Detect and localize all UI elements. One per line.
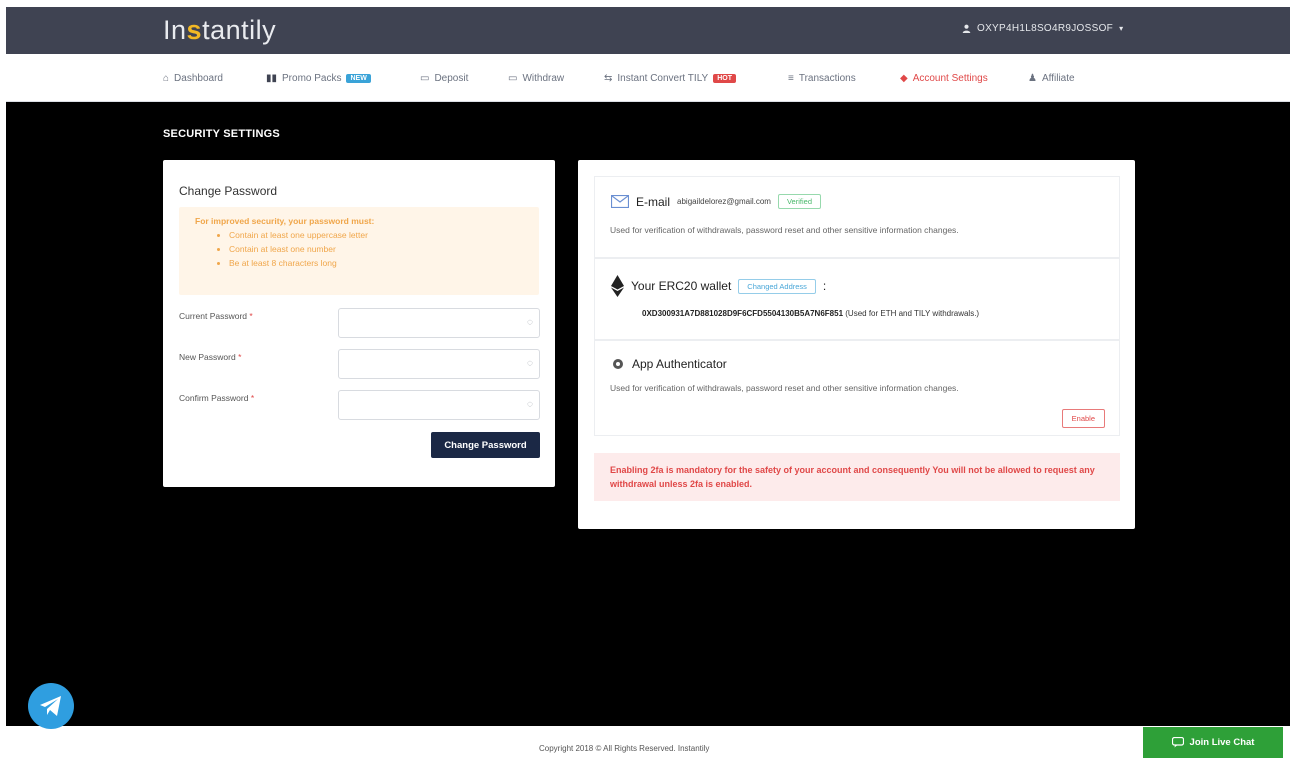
current-password-input[interactable]: ◌ (338, 308, 540, 338)
new-password-label: New Password * (179, 352, 242, 362)
wallet-address: 0XD300931A7D881028D9F6CFD5504130B5A7N6F8… (642, 309, 844, 318)
wallet-separator: : (822, 279, 827, 293)
email-title: E-mail (636, 194, 671, 209)
gear-icon (613, 359, 623, 369)
chevron-down-icon: ▾ (1119, 24, 1124, 33)
email-section: E-mail abigaildelorez@gmail.com Verified… (594, 176, 1120, 258)
ethereum-icon (611, 275, 624, 297)
nav-item-affiliate[interactable]: ♟ Affiliate (1028, 54, 1075, 102)
authenticator-title: App Authenticator (632, 357, 727, 371)
authenticator-description: Used for verification of withdrawals, pa… (610, 383, 959, 393)
user-name: OXYP4H1L8SO4R9JOSSOF (977, 23, 1114, 34)
change-password-card: Change Password For improved security, y… (163, 160, 555, 487)
current-password-label: Current Password * (179, 311, 253, 321)
deposit-icon: ▭ (420, 72, 430, 84)
app-frame: Instantily OXYP4H1L8SO4R9JOSSOF ▾ ⌂ Dash… (6, 7, 1290, 758)
nav-label: Deposit (434, 72, 469, 84)
list-icon: ≡ (788, 72, 794, 84)
authenticator-section: App Authenticator Used for verification … (594, 340, 1120, 436)
new-badge: NEW (346, 73, 371, 83)
new-password-input[interactable]: ◌ (338, 349, 540, 379)
eye-icon[interactable]: ◌ (527, 358, 533, 369)
home-icon: ⌂ (163, 72, 170, 84)
nav-label: Dashboard (174, 72, 223, 84)
telegram-button[interactable] (28, 683, 74, 729)
rule-item: Contain at least one uppercase letter (229, 228, 523, 242)
nav-item-deposit[interactable]: ▭ Deposit (420, 54, 468, 102)
wallet-title: Your ERC20 wallet (631, 279, 732, 293)
shield-icon: ◆ (900, 72, 908, 84)
nav-item-withdraw[interactable]: ▭ Withdraw (508, 54, 564, 102)
hot-badge: HOT (713, 73, 736, 83)
nav-label: Transactions (798, 72, 856, 84)
main-nav: ⌂ Dashboard ▮▮ Promo Packs NEW ▭ Deposit… (6, 54, 1290, 102)
email-description: Used for verification of withdrawals, pa… (610, 225, 959, 235)
logo-text-end: tantily (202, 15, 277, 45)
2fa-warning-alert: Enabling 2fa is mandatory for the safety… (594, 453, 1120, 501)
chat-icon (1171, 737, 1184, 748)
security-details-card: E-mail abigaildelorez@gmail.com Verified… (578, 160, 1135, 529)
eye-icon[interactable]: ◌ (527, 399, 533, 410)
nav-label: Withdraw (522, 72, 565, 84)
live-chat-button[interactable]: Join Live Chat (1143, 727, 1283, 758)
footer-copyright: Copyright 2018 © All Rights Reserved. In… (539, 744, 710, 753)
nav-item-instant-convert[interactable]: ⇆ Instant Convert TILY HOT (604, 54, 736, 102)
main-content: SECURITY SETTINGS Change Password For im… (6, 102, 1290, 726)
live-chat-label: Join Live Chat (1189, 737, 1255, 748)
envelope-icon (611, 195, 629, 208)
telegram-icon (40, 696, 61, 716)
nav-label: Promo Packs (282, 72, 342, 84)
nav-item-dashboard[interactable]: ⌂ Dashboard (163, 54, 223, 102)
wallet-address-row: 0XD300931A7D881028D9F6CFD5504130B5A7N6F8… (642, 309, 979, 318)
withdraw-icon: ▭ (508, 72, 518, 84)
user-icon (962, 24, 971, 33)
user-menu[interactable]: OXYP4H1L8SO4R9JOSSOF ▾ (962, 23, 1123, 34)
convert-icon: ⇆ (604, 72, 613, 84)
wallet-section: Your ERC20 wallet Changed Address : 0XD3… (594, 258, 1120, 340)
users-icon: ♟ (1028, 72, 1037, 84)
nav-label: Affiliate (1041, 72, 1075, 84)
nav-label: Instant Convert TILY (617, 72, 709, 84)
change-password-button[interactable]: Change Password (431, 432, 540, 458)
nav-label: Account Settings (912, 72, 988, 84)
wallet-note: (Used for ETH and TILY withdrawals.) (845, 309, 980, 318)
enable-2fa-button[interactable]: Enable (1061, 409, 1105, 428)
rules-lead: For improved security, your password mus… (195, 216, 375, 226)
box-icon: ▮▮ (266, 72, 278, 84)
verified-badge: Verified (777, 194, 821, 209)
logo-text-start: In (163, 15, 187, 45)
confirm-password-input[interactable]: ◌ (338, 390, 540, 420)
rule-item: Be at least 8 characters long (229, 256, 523, 270)
logo[interactable]: Instantily (163, 15, 276, 46)
changed-address-button[interactable]: Changed Address (738, 278, 816, 294)
rule-item: Contain at least one number (229, 242, 523, 256)
authenticator-row-head: App Authenticator (611, 357, 727, 371)
email-row-head: E-mail abigaildelorez@gmail.com Verified (611, 194, 821, 209)
email-address: abigaildelorez@gmail.com (677, 197, 771, 206)
password-rules-alert: For improved security, your password mus… (179, 207, 539, 295)
top-bar: Instantily OXYP4H1L8SO4R9JOSSOF ▾ (6, 7, 1290, 54)
page-title: SECURITY SETTINGS (163, 128, 280, 140)
nav-item-account-settings[interactable]: ◆ Account Settings (900, 54, 988, 102)
rules-list: Contain at least one uppercase letter Co… (229, 228, 523, 270)
wallet-row-head: Your ERC20 wallet Changed Address : (611, 275, 826, 297)
eye-icon[interactable]: ◌ (527, 317, 533, 328)
nav-item-promo-packs[interactable]: ▮▮ Promo Packs NEW (266, 54, 371, 102)
nav-item-transactions[interactable]: ≡ Transactions (788, 54, 856, 102)
logo-accent: s (186, 15, 203, 45)
card-title: Change Password (179, 184, 278, 198)
confirm-password-label: Confirm Password * (179, 393, 255, 403)
